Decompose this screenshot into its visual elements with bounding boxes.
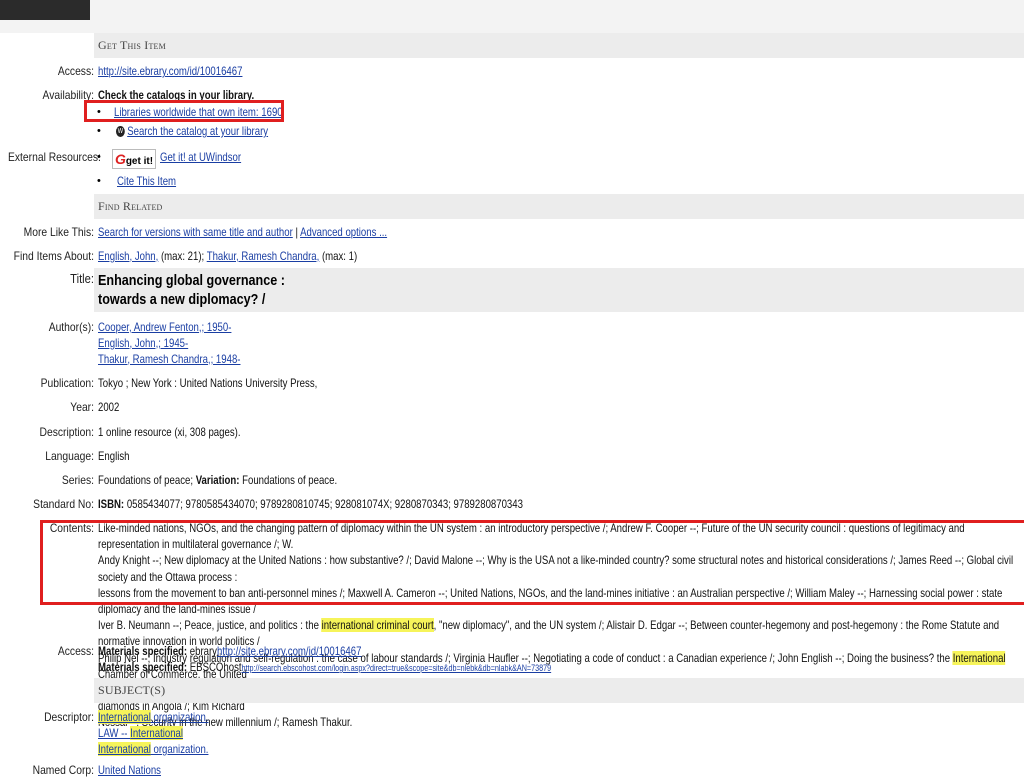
- author-english-link[interactable]: English, John,: [98, 249, 158, 263]
- highlight-term: international criminal court: [321, 618, 434, 633]
- publication-value: Tokyo ; New York : United Nations Univer…: [98, 376, 318, 390]
- named-corp-link[interactable]: United Nations: [98, 763, 161, 777]
- language-value: English: [98, 449, 130, 463]
- get-it-link[interactable]: Get it! at UWindsor: [160, 150, 241, 164]
- subject-link[interactable]: International organization.: [98, 710, 208, 724]
- author-link[interactable]: English, John,; 1945-: [98, 336, 188, 350]
- external-resources-label: External Resources:: [8, 150, 101, 164]
- title-label: Title:: [70, 271, 94, 286]
- record-title: Enhancing global governance : towards a …: [98, 272, 285, 308]
- highlight-term: International: [952, 650, 1006, 665]
- cite-this-item-link[interactable]: Cite This Item: [117, 174, 176, 188]
- section-get-this-item: Get This Item: [94, 33, 1024, 58]
- year-value: 2002: [98, 400, 120, 414]
- annotation-box-contents: [40, 520, 1024, 605]
- author-link[interactable]: Thakur, Ramesh Chandra,; 1948-: [98, 352, 240, 366]
- find-items-label: Find Items About:: [13, 249, 94, 263]
- bullet-icon: •: [97, 125, 101, 137]
- subject-link[interactable]: LAW -- International: [98, 726, 184, 740]
- section-find-related: Find Related: [94, 194, 1024, 219]
- author-thakur-link[interactable]: Thakur, Ramesh Chandra,: [207, 249, 320, 263]
- section-subjects: SUBJECT(S): [94, 678, 1024, 703]
- access-label: Access:: [57, 64, 94, 78]
- ebrary-link[interactable]: http://site.ebrary.com/id/10016467: [217, 644, 361, 658]
- annotation-box-libraries: [84, 100, 284, 122]
- bullet-icon: •: [97, 151, 101, 163]
- author-link[interactable]: Cooper, Andrew Fenton,; 1950-: [98, 320, 231, 334]
- authors-label: Author(s):: [48, 320, 94, 334]
- search-catalog-link[interactable]: Search the catalog at your library: [127, 124, 268, 138]
- header-logo-block: [0, 0, 90, 20]
- bullet-icon: •: [97, 175, 101, 187]
- search-versions-link[interactable]: Search for versions with same title and …: [98, 225, 293, 239]
- access-link[interactable]: http://site.ebrary.com/id/10016467: [98, 64, 242, 78]
- descriptor-label: Descriptor:: [44, 710, 94, 724]
- availability-label: Availability:: [42, 88, 94, 102]
- subject-link[interactable]: International organization.: [98, 742, 208, 756]
- series-value: Foundations of peace; Variation: Foundat…: [98, 473, 338, 487]
- get-it-icon[interactable]: Gget it!: [112, 149, 156, 169]
- ebscohost-link[interactable]: http://search.ebscohost.com/login.aspx?d…: [242, 663, 552, 673]
- top-strip: [0, 0, 1024, 33]
- more-like-this-label: More Like This:: [23, 225, 94, 239]
- advanced-options-link[interactable]: Advanced options ...: [300, 225, 387, 239]
- separator: |: [295, 225, 298, 239]
- isbn-value: ISBN: 0585434077; 9780585434070; 9789280…: [98, 497, 523, 511]
- description-value: 1 online resource (xi, 308 pages).: [98, 425, 241, 439]
- worldcat-icon: W: [116, 126, 125, 138]
